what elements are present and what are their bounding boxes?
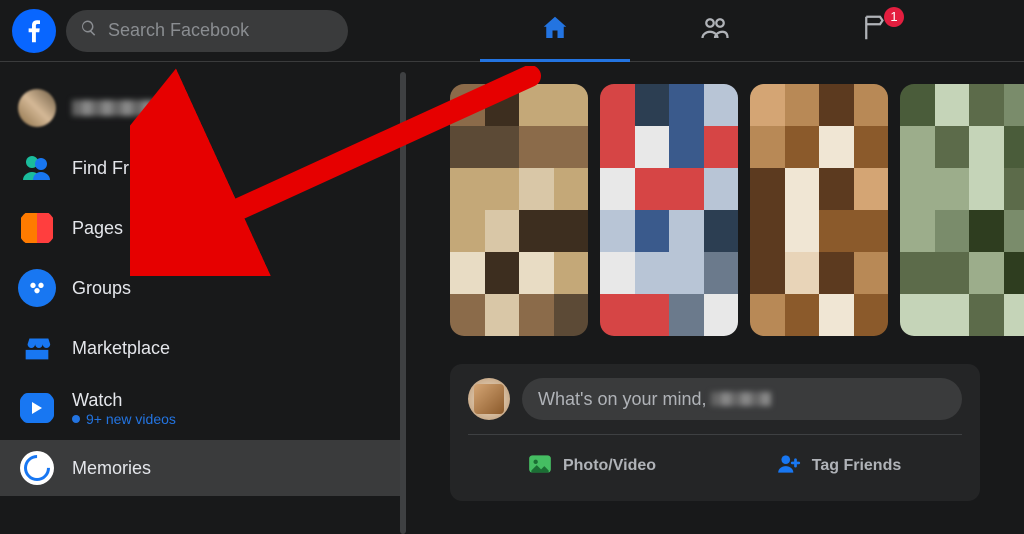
sidebar-item-label: Find Friends: [72, 158, 172, 179]
marketplace-icon: [18, 329, 56, 367]
facebook-logo[interactable]: [12, 9, 56, 53]
left-sidebar: Find Friends Pages Groups Marketplace: [0, 62, 400, 534]
sidebar-item-label: [72, 100, 172, 116]
friends-icon: [18, 149, 56, 187]
nav-watch[interactable]: 1: [800, 1, 950, 61]
sidebar-item-sub: 9+ new videos: [72, 411, 176, 427]
avatar: [18, 89, 56, 127]
stories-tray: [450, 84, 1024, 336]
groups-icon: [18, 269, 56, 307]
composer-prompt-text: What's on your mind,: [538, 389, 707, 410]
sidebar-item-memories[interactable]: Memories: [0, 440, 400, 496]
pages-icon: [18, 209, 56, 247]
story-card[interactable]: [600, 84, 738, 336]
top-bar: 1: [0, 0, 1024, 62]
story-card[interactable]: [900, 84, 1024, 336]
composer-tag-friends[interactable]: Tag Friends: [715, 445, 962, 487]
watch-icon: [18, 389, 56, 427]
sidebar-item-find-friends[interactable]: Find Friends: [8, 140, 392, 196]
sidebar-item-label: Memories: [72, 458, 151, 479]
photo-icon: [527, 451, 553, 482]
search-input[interactable]: [108, 20, 334, 41]
memories-icon: [18, 449, 56, 487]
composer-action-label: Photo/Video: [563, 457, 656, 475]
composer-prompt-username: [711, 392, 771, 406]
composer-prompt[interactable]: What's on your mind,: [522, 378, 962, 420]
sidebar-item-label: Groups: [72, 278, 131, 299]
composer-action-label: Tag Friends: [812, 457, 902, 475]
composer-photo-video[interactable]: Photo/Video: [468, 445, 715, 487]
main-feed: What's on your mind, Photo/Video Tag Fri…: [406, 62, 1024, 534]
friends-icon: [700, 13, 730, 48]
story-card[interactable]: [450, 84, 588, 336]
sidebar-item-pages[interactable]: Pages: [8, 200, 392, 256]
watch-badge: 1: [884, 7, 904, 27]
tag-icon: [776, 451, 802, 482]
nav-friends[interactable]: [640, 1, 790, 61]
home-icon: [540, 13, 570, 48]
sidebar-item-label: Pages: [72, 218, 123, 239]
sidebar-item-profile[interactable]: [8, 80, 392, 136]
sidebar-item-watch[interactable]: Watch 9+ new videos: [8, 380, 392, 436]
sidebar-item-label: Watch: [72, 390, 176, 411]
search-icon: [80, 19, 98, 42]
top-nav: 1: [418, 0, 1012, 61]
sidebar-item-marketplace[interactable]: Marketplace: [8, 320, 392, 376]
sidebar-item-groups[interactable]: Groups: [8, 260, 392, 316]
post-composer: What's on your mind, Photo/Video Tag Fri…: [450, 364, 980, 501]
search-box[interactable]: [66, 10, 348, 52]
nav-home[interactable]: [480, 1, 630, 61]
avatar[interactable]: [468, 378, 510, 420]
sidebar-item-label: Marketplace: [72, 338, 170, 359]
story-card[interactable]: [750, 84, 888, 336]
